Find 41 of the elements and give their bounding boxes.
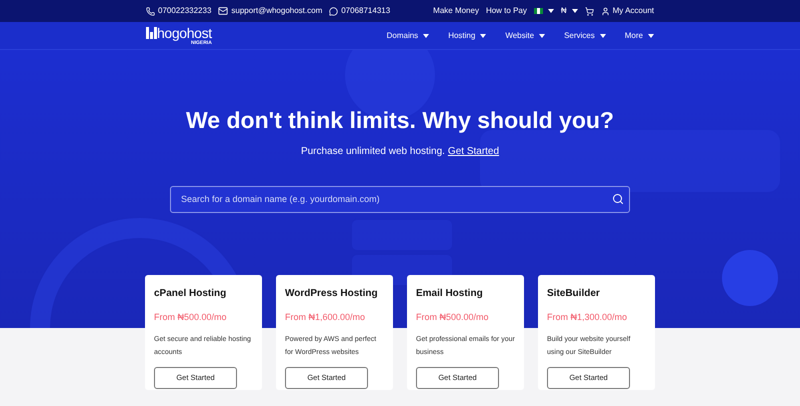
card-price: From ₦1,300.00/mo — [547, 310, 628, 324]
domain-search-field[interactable]: Search for a domain name (e.g. yourdomain.com) — [170, 186, 630, 212]
caret-icon — [548, 9, 554, 13]
search-icon[interactable] — [612, 192, 624, 204]
caret-icon — [572, 9, 578, 13]
contact-text[interactable]: 07068714313 — [341, 5, 390, 17]
card-title: Email Hosting — [416, 286, 484, 300]
caret-icon — [423, 34, 430, 38]
chat-icon — [329, 6, 338, 16]
currency-selector[interactable]: ₦ — [560, 5, 567, 17]
contact-text[interactable]: support@whogohost.com — [231, 5, 322, 17]
card-title: SiteBuilder — [547, 286, 601, 300]
top-link[interactable]: How to Pay — [486, 5, 527, 17]
hero-subtitle: Purchase unlimited web hosting. — [300, 144, 445, 158]
caret-icon — [539, 34, 546, 38]
card-title: cPanel Hosting — [154, 286, 228, 300]
account-link[interactable]: My Account — [612, 5, 654, 17]
nav-menu-item[interactable]: Hosting — [448, 30, 486, 42]
background-circle — [722, 250, 778, 306]
card-price: From ₦500.00/mo — [154, 310, 228, 324]
user-icon — [600, 6, 610, 16]
logo-icon[interactable] — [146, 26, 157, 38]
contact-text[interactable]: 070022332233 — [158, 5, 212, 17]
flag-icon[interactable] — [534, 8, 543, 14]
get-started-link[interactable]: Get Started — [448, 144, 500, 158]
caret-icon — [648, 34, 654, 38]
phone-icon — [146, 6, 155, 16]
card-price: From ₦1,600.00/mo — [285, 310, 366, 324]
nav-menu-item[interactable]: Website — [505, 30, 546, 42]
card-price: From ₦500.00/mo — [416, 310, 490, 324]
nav-menu-item[interactable]: Domains — [386, 30, 430, 42]
logo-text[interactable]: hogohost — [157, 26, 212, 40]
hero-title: We don't think limits. Why should you? — [186, 106, 614, 135]
caret-icon — [600, 34, 606, 38]
mail-icon — [218, 6, 228, 16]
caret-icon — [480, 34, 486, 38]
cart-icon[interactable] — [584, 6, 594, 16]
top-link[interactable]: Make Money — [433, 5, 479, 17]
nav-menu-item[interactable]: Services — [564, 30, 606, 42]
nav-menu-item[interactable]: More — [624, 30, 654, 42]
card-title: WordPress Hosting — [285, 286, 379, 300]
